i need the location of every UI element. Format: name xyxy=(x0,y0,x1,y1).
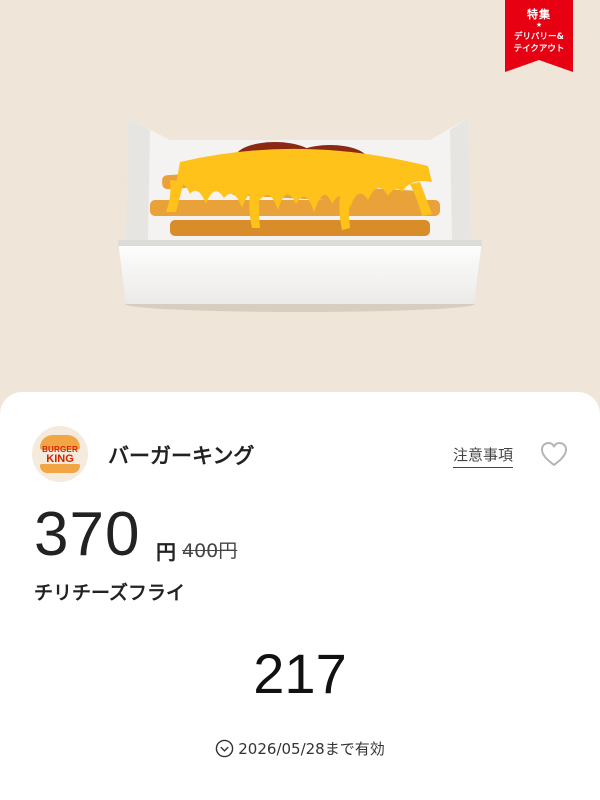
feature-ribbon[interactable]: 特集 ★ デリバリー& テイクアウト xyxy=(505,0,573,72)
expiry-text: 2026/05/28まで有効 xyxy=(238,740,385,758)
price-unit: 円 xyxy=(156,540,176,564)
expiry-date: 2026/05/28まで有効 xyxy=(0,738,600,759)
product-name: チリチーズフライ xyxy=(34,582,186,604)
notes-link[interactable]: 注意事項 xyxy=(453,444,514,468)
logo-text-bottom: KING xyxy=(46,453,74,465)
brand-logo: BURGER KING xyxy=(32,426,88,482)
coupon-card: BURGER KING バーガーキング 注意事項 370 円 400円 チリチー… xyxy=(0,392,600,800)
ribbon-line-1: デリバリー& xyxy=(514,32,564,42)
star-icon: ★ xyxy=(535,21,543,29)
logo-bun-bottom xyxy=(40,464,80,473)
original-price: 400円 xyxy=(182,540,238,562)
ribbon-line-2: テイクアウト xyxy=(513,44,565,54)
store-name: バーガーキング xyxy=(108,444,255,468)
ribbon-title: 特集 xyxy=(527,8,551,21)
chili-cheese-fries-image xyxy=(118,118,482,312)
clock-icon xyxy=(215,739,234,758)
discount-price: 370 xyxy=(34,500,141,569)
hero-section: 特集 ★ デリバリー& テイクアウト xyxy=(0,0,600,410)
coupon-code: 217 xyxy=(253,642,347,705)
heart-outline-icon[interactable] xyxy=(539,440,569,468)
